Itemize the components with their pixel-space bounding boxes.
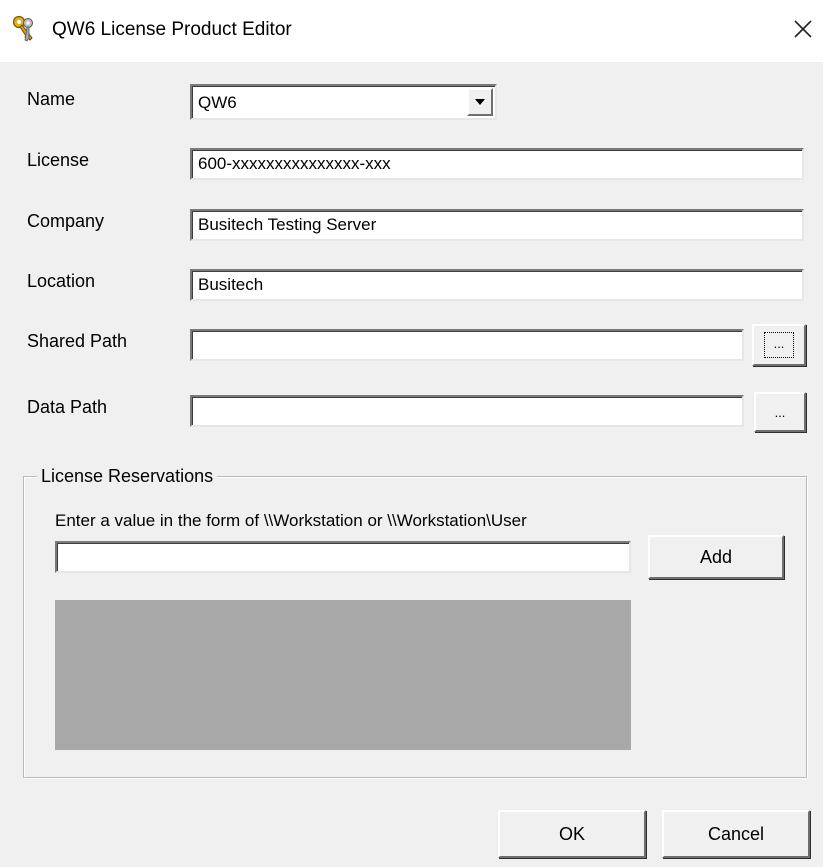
add-button[interactable]: Add bbox=[648, 535, 784, 579]
location-label: Location bbox=[27, 271, 96, 291]
dropdown-arrow-icon bbox=[475, 99, 485, 105]
shared-path-browse-button[interactable]: ... bbox=[752, 324, 806, 366]
license-reservations-label: License Reservations bbox=[37, 466, 218, 487]
license-product-editor-window: QW6 License Product Editor Name QW6 Lice… bbox=[0, 0, 823, 867]
title-bar: QW6 License Product Editor bbox=[0, 0, 823, 62]
dropdown-arrow-button[interactable] bbox=[467, 88, 493, 116]
name-selected-value: QW6 bbox=[198, 93, 237, 112]
close-button[interactable] bbox=[790, 16, 816, 42]
name-label: Name bbox=[27, 89, 76, 109]
location-field[interactable]: Busitech bbox=[190, 269, 804, 301]
shared-path-label: Shared Path bbox=[27, 331, 128, 351]
company-label: Company bbox=[27, 211, 105, 231]
license-field[interactable]: 600-xxxxxxxxxxxxxxx-xxx bbox=[190, 148, 804, 180]
license-label: License bbox=[27, 150, 90, 170]
shared-path-field[interactable] bbox=[190, 329, 744, 361]
reservations-list[interactable] bbox=[55, 600, 631, 750]
reservations-instruction: Enter a value in the form of \\Workstati… bbox=[55, 511, 527, 530]
name-dropdown[interactable]: QW6 bbox=[190, 84, 497, 120]
keys-icon bbox=[10, 14, 40, 44]
close-icon bbox=[794, 20, 812, 38]
data-path-browse-label: ... bbox=[774, 404, 786, 420]
data-path-field[interactable] bbox=[190, 395, 744, 427]
cancel-button[interactable]: Cancel bbox=[662, 810, 810, 858]
data-path-browse-button[interactable]: ... bbox=[754, 392, 806, 432]
data-path-label: Data Path bbox=[27, 397, 108, 417]
reservation-entry-field[interactable] bbox=[55, 541, 631, 573]
shared-path-browse-label: ... bbox=[763, 332, 795, 358]
window-title: QW6 License Product Editor bbox=[52, 19, 292, 40]
company-field[interactable]: Busitech Testing Server bbox=[190, 209, 804, 241]
ok-button[interactable]: OK bbox=[498, 810, 646, 858]
